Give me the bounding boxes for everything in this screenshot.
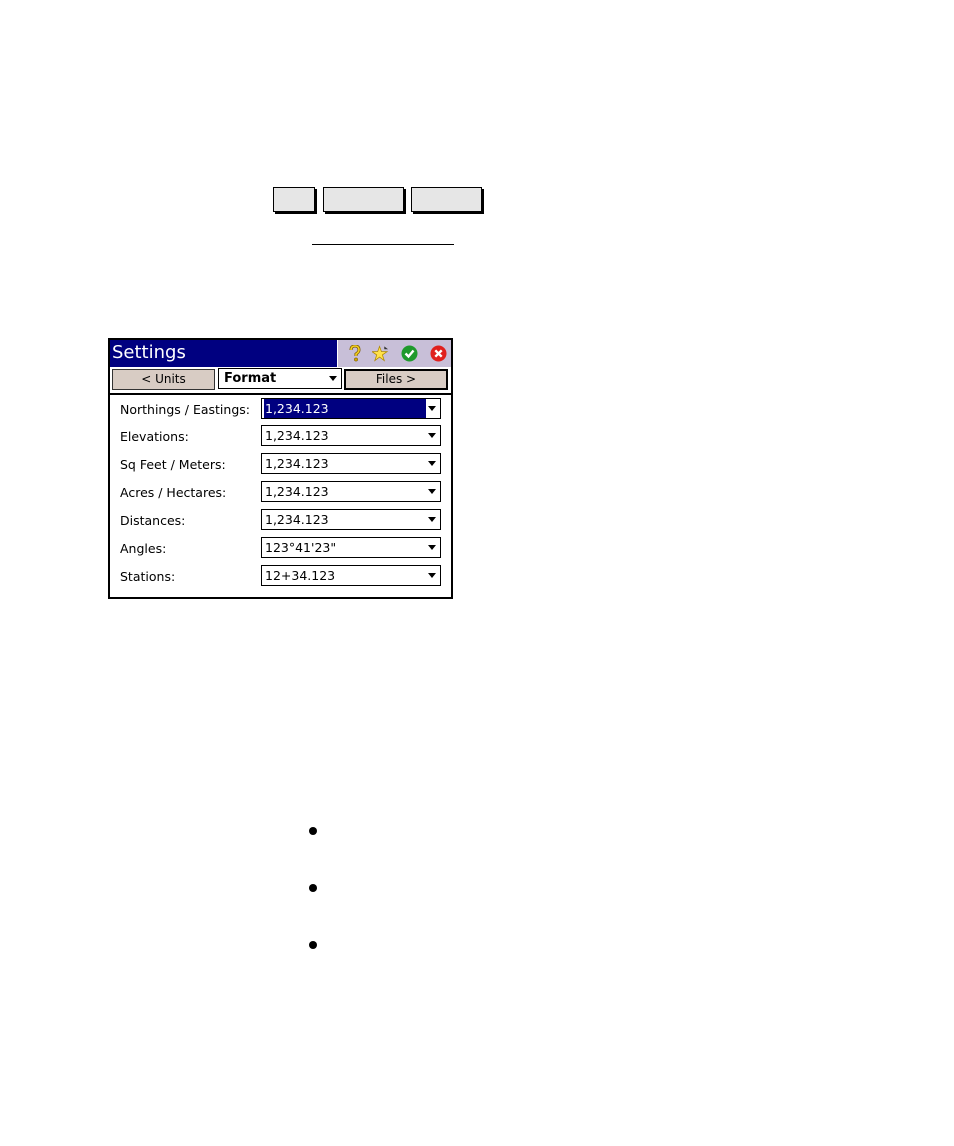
format-label: Angles: [120, 541, 167, 556]
doc-button-3[interactable] [411, 187, 482, 212]
format-row: Sq Feet / Meters: 1,234.123 [110, 453, 451, 475]
stations-dropdown[interactable]: 12+34.123 [261, 565, 441, 586]
format-label: Distances: [120, 513, 186, 528]
format-label: Acres / Hectares: [120, 485, 227, 500]
angles-dropdown[interactable]: 123°41'23" [261, 537, 441, 558]
bullet-point [309, 941, 317, 949]
page-select[interactable]: Format [218, 368, 342, 389]
northings-eastings-dropdown[interactable]: 1,234.123 [261, 398, 441, 419]
dropdown-value: 1,234.123 [264, 399, 426, 418]
chevron-down-icon [428, 573, 436, 578]
chevron-down-icon [428, 406, 436, 411]
files-next-button[interactable]: Files > [344, 369, 448, 390]
dropdown-value: 123°41'23" [265, 540, 337, 555]
dropdown-value: 1,234.123 [265, 512, 329, 527]
bullet-point [309, 884, 317, 892]
format-row: Acres / Hectares: 1,234.123 [110, 481, 451, 503]
format-row: Distances: 1,234.123 [110, 509, 451, 531]
acres-hectares-dropdown[interactable]: 1,234.123 [261, 481, 441, 502]
dropdown-value: 1,234.123 [265, 456, 329, 471]
format-label: Stations: [120, 569, 176, 584]
dropdown-value: 1,234.123 [265, 428, 329, 443]
format-label: Elevations: [120, 429, 189, 444]
ok-icon[interactable] [401, 345, 418, 362]
format-label: Sq Feet / Meters: [120, 457, 226, 472]
favorite-icon[interactable] [372, 345, 389, 362]
chevron-down-icon [428, 489, 436, 494]
doc-button-2[interactable] [323, 187, 404, 212]
dropdown-value: 1,234.123 [265, 484, 329, 499]
distances-dropdown[interactable]: 1,234.123 [261, 509, 441, 530]
bullet-point [309, 827, 317, 835]
chevron-down-icon [428, 461, 436, 466]
help-icon[interactable] [346, 345, 363, 362]
format-row: Angles: 123°41'23" [110, 537, 451, 559]
close-icon[interactable] [430, 345, 447, 362]
format-row: Stations: 12+34.123 [110, 565, 451, 587]
chevron-down-icon [428, 433, 436, 438]
page-toolbar: < Units Format Files > [110, 367, 451, 395]
elevations-dropdown[interactable]: 1,234.123 [261, 425, 441, 446]
dropdown-value: 12+34.123 [265, 568, 336, 583]
chevron-down-icon [428, 545, 436, 550]
window-title: Settings [112, 342, 186, 363]
settings-window: Settings < Units Format Files > Northing… [108, 338, 453, 599]
format-row: Northings / Eastings: 1,234.123 [110, 398, 451, 420]
doc-button-1[interactable] [273, 187, 315, 212]
units-prev-button[interactable]: < Units [112, 369, 215, 390]
chevron-down-icon [329, 376, 337, 381]
underline-rule [312, 244, 454, 245]
sq-feet-meters-dropdown[interactable]: 1,234.123 [261, 453, 441, 474]
format-label: Northings / Eastings: [120, 402, 250, 417]
title-bar: Settings [110, 340, 451, 367]
chevron-down-icon [428, 517, 436, 522]
page-select-value: Format [224, 371, 277, 386]
format-row: Elevations: 1,234.123 [110, 425, 451, 447]
title-bar-icons [337, 340, 451, 367]
